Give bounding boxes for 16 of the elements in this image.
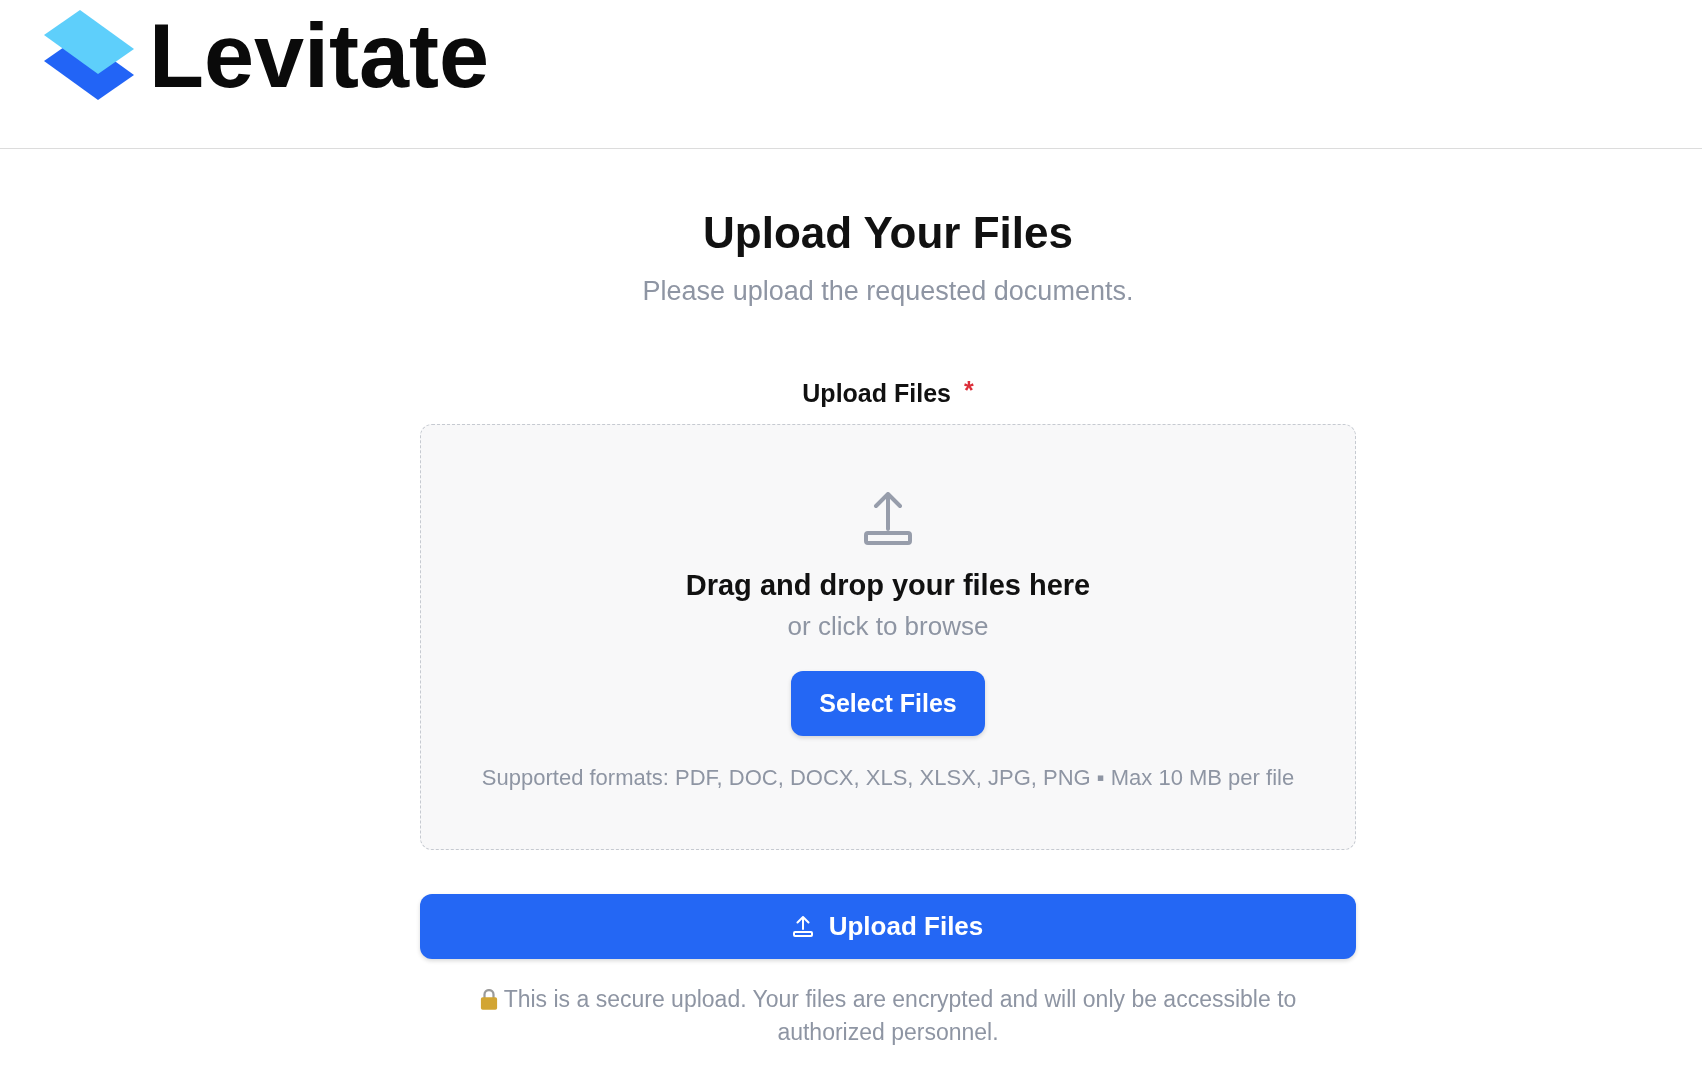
logo-wordmark: Levitate bbox=[149, 11, 490, 101]
upload-files-button[interactable]: Upload Files bbox=[420, 894, 1356, 959]
page-title: Upload Your Files bbox=[703, 207, 1073, 259]
upload-icon bbox=[864, 492, 912, 545]
drop-heading: Drag and drop your files here bbox=[685, 568, 1091, 603]
field-label: Upload Files bbox=[802, 378, 951, 408]
drop-hint: or click to browse bbox=[787, 610, 989, 642]
padlock-icon bbox=[479, 989, 498, 1010]
required-asterisk: * bbox=[963, 378, 974, 402]
file-drop-zone[interactable]: Drag and drop your files here or click to browse Select Files Supported formats: PDF, DOC, DOCX, XLS, XLSX, JPG, PNG ▪ Max 10 MB per file bbox=[420, 424, 1356, 850]
upload-icon bbox=[792, 916, 813, 937]
security-note: This is a secure upload. Your files are encrypted and will only be accessible to authorized personnel. bbox=[503, 986, 1297, 1045]
formats-note: Supported formats: PDF, DOC, DOCX, XLS, XLSX, JPG, PNG ▪ Max 10 MB per file bbox=[481, 764, 1295, 792]
logo-icon bbox=[44, 10, 134, 100]
page-subtitle: Please upload the requested documents. bbox=[642, 275, 1134, 308]
select-files-button[interactable]: Select Files bbox=[791, 671, 985, 736]
